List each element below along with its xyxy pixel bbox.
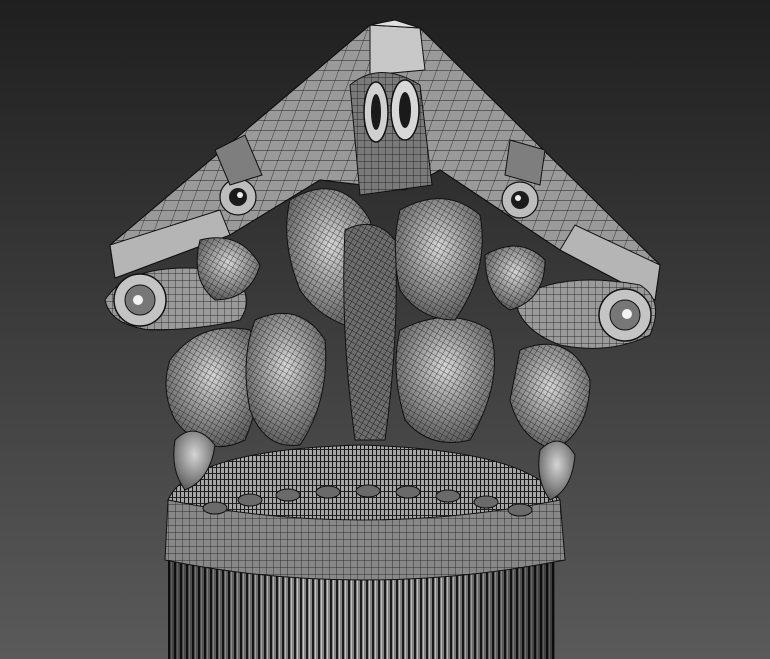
3d-viewport[interactable] <box>0 0 770 659</box>
wireframe-model[interactable] <box>0 0 770 659</box>
central-fleuron[interactable] <box>349 72 433 196</box>
astragal-ring[interactable] <box>164 444 566 581</box>
